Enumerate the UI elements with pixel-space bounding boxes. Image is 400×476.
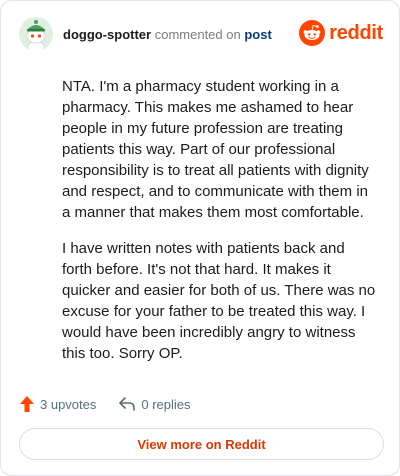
comment-header: doggo-spotter commented on post reddit [19,17,383,53]
comment-paragraph: NTA. I'm a pharmacy student working in a… [62,78,369,221]
upvote-arrow-icon [20,396,34,412]
comment-body: NTA. I'm a pharmacy student working in a… [62,76,377,379]
comment-actions: 3 upvotes 0 replies [19,393,213,415]
comment-meta: doggo-spotter commented on post [63,27,272,43]
upvote-count: 3 upvotes [40,396,97,412]
reply-count: 0 replies [141,396,191,412]
reddit-logo[interactable]: reddit [299,19,383,47]
reply-arrow-icon [119,397,136,411]
upvote-button[interactable]: 3 upvotes [19,395,96,413]
reply-button[interactable]: 0 replies [118,396,191,412]
reddit-logo-icon [299,20,326,46]
username-link[interactable]: doggo-spotter [63,27,151,42]
comment-embed-card: doggo-spotter commented on post reddit N… [0,0,400,476]
user-avatar[interactable] [19,17,53,51]
commented-on-text: commented on [154,27,241,42]
view-more-button[interactable]: View more on Reddit [19,428,384,460]
snoo-avatar-icon [19,17,53,51]
reddit-wordmark: reddit [329,22,383,44]
post-link[interactable]: post [244,27,271,42]
comment-paragraph: I have written notes with patients back … [62,240,376,362]
